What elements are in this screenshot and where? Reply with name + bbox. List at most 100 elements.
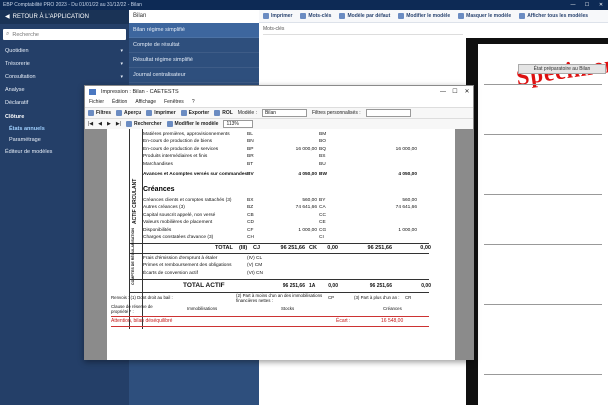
total-code: CJ: [253, 245, 261, 251]
preview-button[interactable]: Aperçu: [116, 110, 141, 116]
back-to-app-button[interactable]: ◀ RETOUR À L'APPLICATION: [0, 10, 129, 24]
prev-page-icon[interactable]: ◀: [98, 121, 102, 127]
content-toolbar: Imprimer Mots-clés Modèle par défaut Mod…: [259, 10, 608, 23]
first-page-icon[interactable]: |◀: [88, 121, 93, 127]
search-box[interactable]: ⌕: [3, 29, 126, 40]
hide-icon: [458, 13, 465, 19]
sidebar-item-label: Déclaratif: [5, 100, 29, 106]
filter-icon: [88, 110, 94, 116]
app-title: EBP Comptabilité PRO 2023 - Du 01/01/22 …: [3, 2, 142, 8]
menu-item-help[interactable]: ?: [192, 98, 195, 107]
row-code: CC: [319, 212, 326, 218]
menu-item-edition[interactable]: Édition: [112, 98, 127, 107]
row-code: (VI) CN: [247, 270, 263, 276]
print-button[interactable]: Imprimer: [146, 110, 176, 116]
row-label: Matières premières, approvisionnements: [143, 132, 230, 137]
total-code: (III): [239, 245, 248, 251]
grand-total-n1: 0,00: [421, 283, 431, 289]
list-item[interactable]: Bilan régime simplifié: [129, 23, 259, 38]
search-button[interactable]: Rechercher: [126, 121, 162, 127]
menu-item-fichier[interactable]: Fichier: [89, 98, 104, 107]
minimize-icon[interactable]: —: [437, 86, 449, 98]
filters-label: Filtres: [96, 110, 112, 116]
row-value-net: 4 050,00: [398, 172, 417, 177]
modify-model-button[interactable]: Modifier le modèle: [166, 121, 219, 127]
app-window: EBP Comptabilité PRO 2023 - Du 01/01/22 …: [0, 0, 608, 405]
search-label: Rechercher: [134, 121, 162, 127]
ecart-value: 16 548,00: [381, 318, 404, 324]
preview-icon: [116, 110, 123, 116]
sidebar-item-tresorerie[interactable]: Trésorerie ▾: [0, 58, 129, 71]
total-net: 96 251,66: [367, 245, 392, 251]
row-value-brut: 4 050,00: [298, 172, 317, 177]
filters-button[interactable]: Filtres: [88, 110, 111, 116]
row-code: CA: [319, 205, 326, 211]
search-input[interactable]: [12, 31, 113, 38]
modify-model-button[interactable]: Modifier le modèle: [398, 13, 450, 19]
sidebar-item-quotidien[interactable]: Quotidien ▾: [0, 45, 129, 58]
list-item[interactable]: Résultat régime simplifié: [129, 53, 259, 68]
row-code: CH: [247, 235, 254, 240]
bilan-sheet: ACTIF CIRCULANT Matières premières, appr…: [107, 129, 455, 360]
modify-model-label: Modifier le modèle: [406, 13, 451, 19]
immobilisations-label: Immobilisations: [187, 306, 218, 311]
row-code: BX: [247, 198, 254, 203]
tag-icon: [300, 13, 307, 19]
rol-button[interactable]: ROL: [214, 110, 233, 116]
menu-item-fenetres[interactable]: Fenêtres: [164, 98, 184, 107]
list-item[interactable]: Journal centralisateur: [129, 68, 259, 83]
last-page-icon[interactable]: ▶|: [116, 121, 121, 127]
row-label: Produits intermédiaires et finis: [143, 154, 208, 160]
next-page-icon[interactable]: ▶: [107, 121, 111, 127]
grid-line: [111, 326, 429, 327]
keywords-label: Mots-clés: [308, 13, 332, 19]
row-code: BL: [247, 132, 253, 137]
row-value-brut: 16 000,00: [295, 146, 317, 152]
document-viewport[interactable]: ACTIF CIRCULANT Matières premières, appr…: [85, 129, 473, 360]
ecart-label: Écart :: [336, 318, 351, 324]
close-icon[interactable]: ✕: [594, 0, 608, 10]
default-model-button[interactable]: Modèle par défaut: [339, 13, 390, 19]
renvois-3-label: (3) Part à plus d'un an :: [354, 295, 400, 300]
row-code: BV: [247, 172, 254, 177]
default-model-label: Modèle par défaut: [347, 13, 391, 19]
sidebar-item-consultation[interactable]: Consultation ▾: [0, 71, 129, 84]
minimize-icon[interactable]: —: [566, 0, 580, 10]
row-code: BR: [247, 154, 254, 160]
hide-model-button[interactable]: Masquer le modèle: [458, 13, 511, 19]
menu-item-affichage[interactable]: Affichage: [135, 98, 156, 107]
model-preview: Specimen État préparatoire au Bilan: [466, 38, 608, 405]
dialog-controls: — ☐ ✕: [437, 86, 473, 98]
model-select[interactable]: Bilan: [261, 109, 307, 117]
maximize-icon[interactable]: ☐: [580, 0, 594, 10]
zoom-select[interactable]: 113%: [223, 120, 254, 128]
dialog-title-bar: Impression : Bilan - CAETESTS — ☐ ✕: [85, 86, 473, 98]
preview-line: [484, 134, 602, 135]
row-value-net: 560,00: [402, 198, 417, 203]
preview-line: [484, 374, 602, 375]
sidebar-item-label: Paramétrage: [9, 137, 41, 143]
row-code: BS: [319, 154, 326, 160]
title-bar: EBP Comptabilité PRO 2023 - Du 01/01/22 …: [0, 0, 608, 10]
print-dialog: Impression : Bilan - CAETESTS — ☐ ✕ Fich…: [84, 85, 474, 360]
row-code: BO: [319, 139, 326, 145]
print-button[interactable]: Imprimer: [263, 13, 292, 19]
export-button[interactable]: Exporter: [180, 110, 209, 116]
dialog-toolbar-main: Filtres Aperçu Imprimer Exporter ROL Mod…: [85, 107, 473, 118]
keywords-field[interactable]: Mots-clés: [263, 26, 463, 35]
search-icon: [126, 121, 133, 127]
sidebar-item-label: Analyse: [5, 87, 25, 93]
sidebar-item-label: Clôture: [5, 114, 25, 120]
row-value-net: 16 000,00: [395, 146, 417, 152]
row-label: Frais d'émission d'emprunt à étaler: [143, 256, 218, 261]
maximize-icon[interactable]: ☐: [449, 86, 461, 98]
rol-label: ROL: [222, 110, 233, 116]
modify-model-label: Modifier le modèle: [174, 121, 219, 127]
row-code: CB: [247, 212, 254, 218]
keywords-button[interactable]: Mots-clés: [300, 13, 331, 19]
show-all-button[interactable]: Afficher tous les modèles: [519, 13, 588, 19]
custom-filters-select[interactable]: [365, 109, 411, 117]
list-item[interactable]: Compte de résultat: [129, 38, 259, 53]
close-icon[interactable]: ✕: [461, 86, 473, 98]
chevron-down-icon: ▾: [120, 61, 123, 67]
